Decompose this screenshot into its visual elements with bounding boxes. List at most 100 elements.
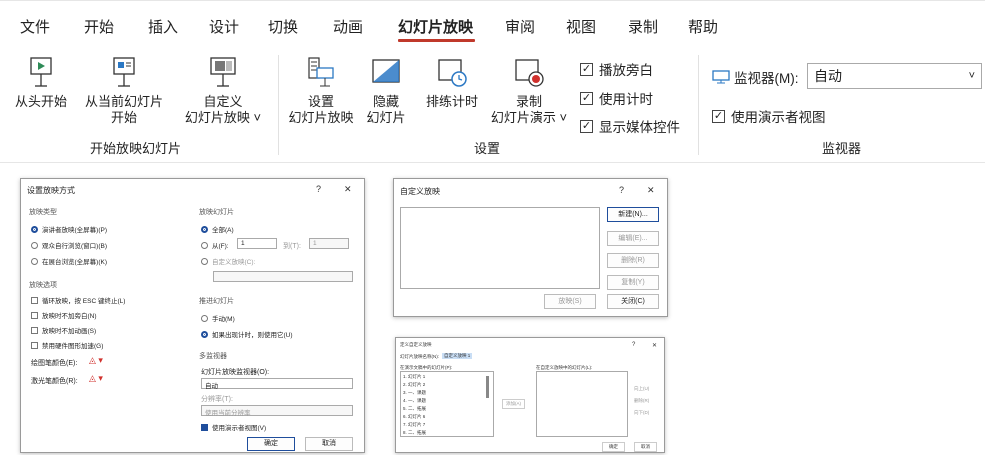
custom-show-radio[interactable]: 自定义放映(C):: [201, 256, 255, 266]
close-button[interactable]: 关闭(C): [607, 294, 659, 309]
laser-color-picker[interactable]: ◬ ▾: [89, 373, 103, 384]
help-icon[interactable]: ?: [632, 342, 635, 348]
tab-review[interactable]: 审阅: [505, 16, 535, 37]
move-up-button[interactable]: 向上(U): [634, 386, 649, 392]
edit-button[interactable]: 编辑(E)...: [607, 231, 659, 246]
laser-color-label: 激光笔颜色(R):: [31, 378, 78, 385]
move-down-button[interactable]: 向下(D): [634, 410, 649, 416]
all-slides-label: 全部(A): [212, 227, 234, 234]
add-button[interactable]: 添加(A): [502, 399, 525, 409]
cancel-button[interactable]: 取消: [634, 442, 657, 452]
checkmark-icon: ✓: [580, 91, 593, 105]
remove-button[interactable]: 删除(R): [607, 253, 659, 268]
radio-selected-icon: [201, 330, 208, 338]
to-slide-spinner[interactable]: 1: [309, 238, 349, 249]
monitor-icon: [712, 70, 730, 84]
tab-design[interactable]: 设计: [209, 16, 239, 37]
use-timings-radio[interactable]: 如果出现计时，则使用它(U): [201, 329, 293, 339]
from-slide-radio[interactable]: 从(F):: [201, 240, 229, 250]
tab-help[interactable]: 帮助: [688, 16, 718, 37]
disable-hw-accel-checkbox[interactable]: 禁用硬件图形加速(G): [31, 340, 103, 350]
delete-button[interactable]: 删除(R): [634, 398, 649, 404]
slide-item[interactable]: 8. 二、拓展: [403, 430, 426, 436]
from-slide-spinner[interactable]: 1: [237, 238, 277, 249]
slide-item[interactable]: 3. 一、课题: [403, 390, 426, 396]
show-media-controls-label: 显示媒体控件: [599, 120, 680, 135]
rehearse-timings-button[interactable]: 排练计时: [420, 56, 484, 110]
active-tab-underline: [398, 39, 475, 42]
tab-animations[interactable]: 动画: [333, 16, 363, 37]
tab-record[interactable]: 录制: [628, 16, 658, 37]
custom-slideshow-button[interactable]: 自定义 幻灯片放映 ˅: [178, 56, 268, 126]
show-type-presenter-radio[interactable]: 演讲者放映(全屏幕)(P): [31, 224, 107, 234]
slide-item[interactable]: 7. 幻灯片 7: [403, 422, 425, 428]
slide-item[interactable]: 1. 幻灯片 1: [403, 374, 425, 380]
close-icon[interactable]: ✕: [652, 342, 657, 349]
slide-item[interactable]: 2. 幻灯片 2: [403, 382, 425, 388]
record-slideshow-icon: [515, 59, 544, 87]
show-media-controls-checkbox[interactable]: ✓ 显示媒体控件: [580, 116, 680, 136]
custom-slideshow-icon: [210, 57, 236, 87]
slide-item[interactable]: 5. 二、拓展: [403, 406, 426, 412]
custom-show-select[interactable]: [213, 271, 353, 282]
advance-header: 推进幻灯片: [199, 298, 234, 305]
play-narration-checkbox[interactable]: ✓ 播放旁白: [580, 59, 653, 79]
from-beginning-button[interactable]: 从头开始: [4, 56, 78, 110]
slideshow-monitor-select[interactable]: 自动: [201, 378, 353, 390]
ok-button[interactable]: 确定: [602, 442, 625, 452]
tab-insert[interactable]: 插入: [148, 16, 178, 37]
ok-button[interactable]: 确定: [247, 437, 295, 451]
show-type-window-radio[interactable]: 观众自行浏览(窗口)(B): [31, 240, 107, 250]
close-icon[interactable]: ✕: [647, 185, 655, 196]
checkmark-icon: ✓: [580, 119, 593, 133]
manual-advance-radio[interactable]: 手动(M): [201, 313, 235, 323]
from-beginning-label: 从头开始: [14, 94, 67, 109]
show-button[interactable]: 放映(S): [544, 294, 596, 309]
show-type-header: 放映类型: [29, 209, 57, 216]
radio-icon: [201, 257, 208, 265]
custom-shows-list[interactable]: [400, 207, 600, 289]
chevron-down-icon: ˅: [968, 70, 975, 82]
from-current-button[interactable]: 从当前幻灯片 开始: [79, 56, 169, 126]
no-narration-checkbox[interactable]: 放映时不加旁白(N): [31, 310, 97, 320]
copy-button[interactable]: 复制(Y): [607, 275, 659, 290]
checkbox-checked-icon: [201, 423, 208, 431]
scrollbar-thumb[interactable]: [486, 376, 489, 398]
presentation-slides-list[interactable]: 1. 幻灯片 1 2. 幻灯片 2 3. 一、课题 4. 一、课题 5. 二、拓…: [400, 371, 494, 437]
help-icon[interactable]: ?: [619, 185, 624, 195]
tab-transitions[interactable]: 切换: [268, 16, 298, 37]
show-name-input[interactable]: 自定义放映 1: [442, 353, 473, 359]
tab-view[interactable]: 视图: [566, 16, 596, 37]
record-slideshow-button[interactable]: 录制 幻灯片演示 ˅: [488, 56, 570, 126]
option-label: 放映时不加动画(S): [42, 328, 97, 335]
slide-item[interactable]: 4. 一、课题: [403, 398, 426, 404]
radio-icon: [201, 241, 208, 249]
presenter-view-checkbox[interactable]: ✓ 使用演示者视图: [712, 106, 826, 126]
presenter-view-checkbox[interactable]: 使用演示者视图(V): [201, 422, 266, 432]
tab-file[interactable]: 文件: [20, 16, 50, 37]
show-type-kiosk-radio[interactable]: 在展台浏览(全屏幕)(K): [31, 256, 107, 266]
help-icon[interactable]: ?: [316, 184, 321, 194]
loop-checkbox[interactable]: 循环放映，按 ESC 键终止(L): [31, 295, 125, 305]
no-animation-checkbox[interactable]: 放映时不加动画(S): [31, 325, 96, 335]
tab-home[interactable]: 开始: [84, 16, 114, 37]
show-options-header: 放映选项: [29, 282, 57, 289]
custom-shows-dialog: 自定义放映 ? ✕ 新建(N)... 编辑(E)... 删除(R) 复制(Y) …: [393, 178, 668, 317]
all-slides-radio[interactable]: 全部(A): [201, 224, 234, 234]
radio-selected-icon: [201, 225, 208, 233]
close-icon[interactable]: ✕: [344, 184, 352, 195]
pen-color-picker[interactable]: ◬ ▾: [89, 355, 103, 366]
resolution-select[interactable]: 使用当前分辨率: [201, 405, 353, 417]
show-type-option: 演讲者放映(全屏幕)(P): [42, 227, 107, 234]
slide-item[interactable]: 6. 幻灯片 6: [403, 414, 425, 420]
custom-slides-list[interactable]: [536, 371, 628, 437]
checkbox-icon: [31, 311, 38, 319]
monitor-dropdown[interactable]: 自动 ˅: [807, 63, 982, 89]
use-timings-checkbox[interactable]: ✓ 使用计时: [580, 88, 653, 108]
new-button[interactable]: 新建(N)...: [607, 207, 659, 222]
tab-slideshow[interactable]: 幻灯片放映: [398, 16, 473, 37]
hide-slide-button[interactable]: 隐藏 幻灯片: [360, 56, 412, 126]
presenter-view-label: 使用演示者视图: [731, 110, 826, 125]
cancel-button[interactable]: 取消: [305, 437, 353, 451]
setup-slideshow-button[interactable]: 设置 幻灯片放映: [287, 56, 355, 126]
